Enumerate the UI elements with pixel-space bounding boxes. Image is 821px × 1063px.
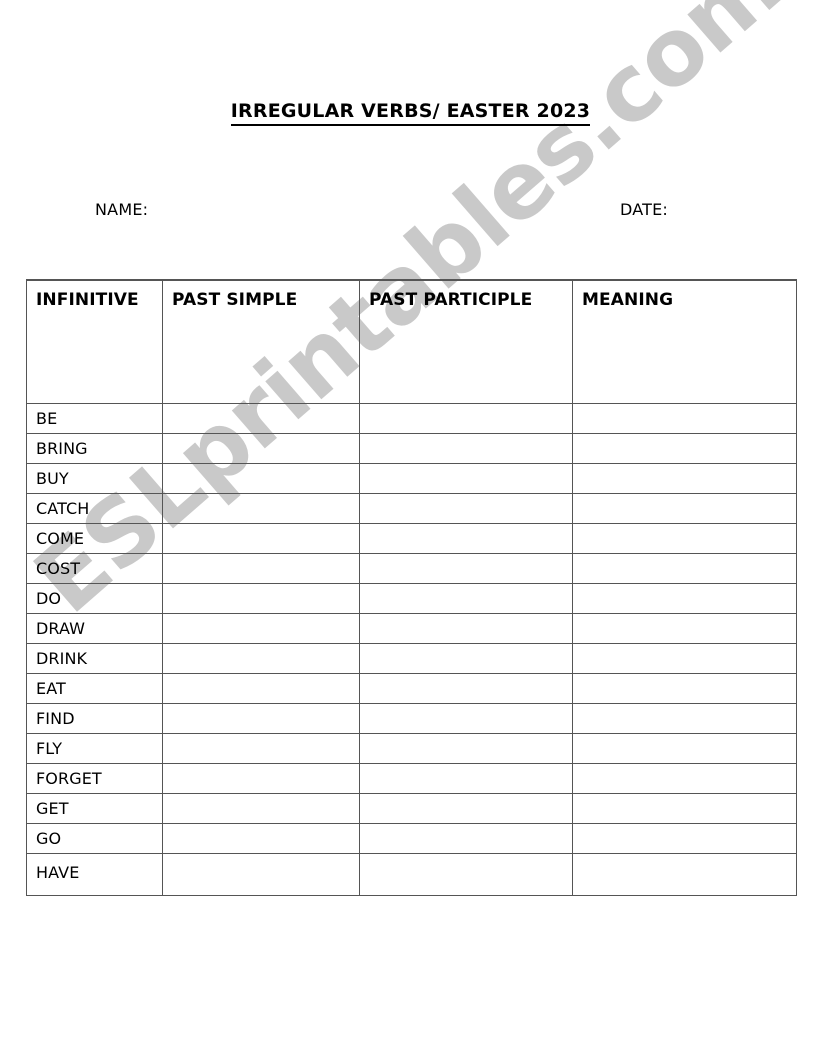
verb-cell-past-participle[interactable]: [359, 433, 573, 464]
table-row: HAVE: [26, 853, 797, 896]
table-row: COME: [26, 523, 797, 554]
verb-cell-infinitive: BE: [26, 403, 163, 434]
verb-cell-infinitive: FORGET: [26, 763, 163, 794]
column-header-meaning: MEANING: [572, 279, 797, 404]
verb-cell-past-simple[interactable]: [162, 853, 360, 896]
verb-cell-meaning[interactable]: [572, 823, 797, 854]
verb-cell-meaning[interactable]: [572, 523, 797, 554]
worksheet-page: ESLprintables.com IRREGULAR VERBS/ EASTE…: [0, 0, 821, 1063]
table-row: BRING: [26, 433, 797, 464]
verb-cell-infinitive: COST: [26, 553, 163, 584]
verb-cell-past-participle[interactable]: [359, 643, 573, 674]
verb-cell-past-simple[interactable]: [162, 643, 360, 674]
table-row: CATCH: [26, 493, 797, 524]
date-label: DATE:: [620, 200, 669, 219]
name-label: NAME:: [95, 200, 149, 219]
verb-cell-meaning[interactable]: [572, 493, 797, 524]
irregular-verbs-table: INFINITIVE PAST SIMPLE PAST PARTICIPLE M…: [26, 279, 797, 896]
column-header-past-participle: PAST PARTICIPLE: [359, 279, 573, 404]
table-header: INFINITIVE PAST SIMPLE PAST PARTICIPLE M…: [26, 279, 797, 404]
verb-cell-past-participle[interactable]: [359, 553, 573, 584]
table-row: DRAW: [26, 613, 797, 644]
verb-cell-infinitive: HAVE: [26, 853, 163, 896]
verb-cell-past-simple[interactable]: [162, 763, 360, 794]
verb-cell-past-simple[interactable]: [162, 493, 360, 524]
verb-cell-past-simple[interactable]: [162, 673, 360, 704]
verb-cell-meaning[interactable]: [572, 463, 797, 494]
verb-cell-infinitive: DRINK: [26, 643, 163, 674]
verb-cell-infinitive: CATCH: [26, 493, 163, 524]
verb-cell-meaning[interactable]: [572, 643, 797, 674]
verb-cell-past-participle[interactable]: [359, 673, 573, 704]
verb-cell-past-simple[interactable]: [162, 523, 360, 554]
verb-cell-infinitive: DRAW: [26, 613, 163, 644]
verb-cell-meaning[interactable]: [572, 553, 797, 584]
verb-cell-past-simple[interactable]: [162, 823, 360, 854]
table-row: GET: [26, 793, 797, 824]
verb-cell-meaning[interactable]: [572, 703, 797, 734]
verb-cell-meaning[interactable]: [572, 403, 797, 434]
verb-cell-past-participle[interactable]: [359, 613, 573, 644]
table-header-row: INFINITIVE PAST SIMPLE PAST PARTICIPLE M…: [26, 279, 797, 404]
verb-cell-infinitive: GO: [26, 823, 163, 854]
table-row: BE: [26, 403, 797, 434]
table-row: DRINK: [26, 643, 797, 674]
verb-cell-past-simple[interactable]: [162, 583, 360, 614]
verb-cell-past-participle[interactable]: [359, 853, 573, 896]
verb-cell-past-simple[interactable]: [162, 703, 360, 734]
verb-cell-infinitive: EAT: [26, 673, 163, 704]
table-row: FLY: [26, 733, 797, 764]
verb-cell-past-participle[interactable]: [359, 823, 573, 854]
verb-cell-past-participle[interactable]: [359, 463, 573, 494]
verb-cell-past-participle[interactable]: [359, 493, 573, 524]
verb-cell-infinitive: FIND: [26, 703, 163, 734]
verb-cell-past-simple[interactable]: [162, 613, 360, 644]
student-meta-row: NAME: DATE:: [0, 200, 821, 224]
verb-cell-meaning[interactable]: [572, 673, 797, 704]
table-row: FORGET: [26, 763, 797, 794]
verb-cell-meaning[interactable]: [572, 613, 797, 644]
verb-cell-past-simple[interactable]: [162, 433, 360, 464]
verb-cell-past-participle[interactable]: [359, 733, 573, 764]
verb-cell-past-participle[interactable]: [359, 763, 573, 794]
column-header-past-simple: PAST SIMPLE: [162, 279, 360, 404]
verb-cell-meaning[interactable]: [572, 853, 797, 896]
verb-cell-infinitive: COME: [26, 523, 163, 554]
verb-cell-meaning[interactable]: [572, 793, 797, 824]
verb-cell-meaning[interactable]: [572, 583, 797, 614]
verb-cell-past-participle[interactable]: [359, 583, 573, 614]
verb-cell-meaning[interactable]: [572, 763, 797, 794]
verb-cell-infinitive: FLY: [26, 733, 163, 764]
verb-cell-infinitive: BRING: [26, 433, 163, 464]
verb-cell-infinitive: GET: [26, 793, 163, 824]
verb-cell-past-participle[interactable]: [359, 523, 573, 554]
table-row: COST: [26, 553, 797, 584]
page-title-text: IRREGULAR VERBS/ EASTER 2023: [230, 100, 591, 126]
verb-cell-past-simple[interactable]: [162, 553, 360, 584]
verb-cell-infinitive: DO: [26, 583, 163, 614]
table-row: GO: [26, 823, 797, 854]
table-row: DO: [26, 583, 797, 614]
table-row: FIND: [26, 703, 797, 734]
page-title: IRREGULAR VERBS/ EASTER 2023: [0, 100, 821, 126]
verb-cell-meaning[interactable]: [572, 433, 797, 464]
table-row: BUY: [26, 463, 797, 494]
verb-cell-past-simple[interactable]: [162, 793, 360, 824]
verb-cell-infinitive: BUY: [26, 463, 163, 494]
verb-cell-past-simple[interactable]: [162, 733, 360, 764]
irregular-verbs-table-container: INFINITIVE PAST SIMPLE PAST PARTICIPLE M…: [26, 279, 797, 896]
verb-cell-past-simple[interactable]: [162, 403, 360, 434]
verb-cell-past-participle[interactable]: [359, 703, 573, 734]
verb-cell-meaning[interactable]: [572, 733, 797, 764]
verb-cell-past-simple[interactable]: [162, 463, 360, 494]
verb-cell-past-participle[interactable]: [359, 793, 573, 824]
table-body: BE BRING BUY CATCH COME COST DO DRAW DRINK EAT FIN…: [26, 403, 797, 896]
column-header-infinitive: INFINITIVE: [26, 279, 163, 404]
table-row: EAT: [26, 673, 797, 704]
verb-cell-past-participle[interactable]: [359, 403, 573, 434]
